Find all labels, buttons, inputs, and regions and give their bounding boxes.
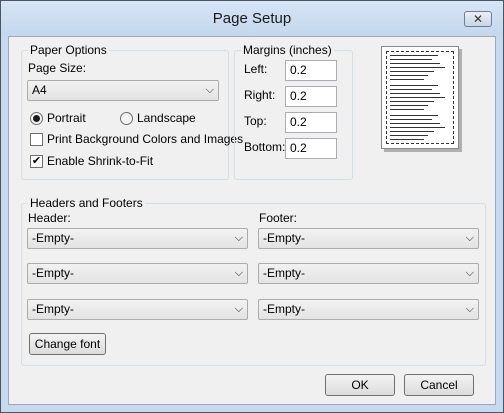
chevron-down-icon: ⌵ <box>234 267 243 279</box>
footer-select-3-value: -Empty- <box>263 302 305 316</box>
header-label: Header: <box>28 211 71 225</box>
footer-select-1[interactable]: -Empty- ⌵ <box>258 228 479 249</box>
landscape-radio[interactable] <box>120 112 133 125</box>
title-bar[interactable]: Page Setup ✕ <box>1 1 503 36</box>
margins-label: Margins (inches) <box>241 43 334 57</box>
preview-text-line <box>390 105 428 106</box>
ok-button[interactable]: OK <box>325 374 395 396</box>
preview-text-line <box>390 139 424 140</box>
dialog-title: Page Setup <box>212 10 292 27</box>
footer-select-1-value: -Empty- <box>263 231 305 245</box>
chevron-down-icon: ⌵ <box>465 267 474 279</box>
margin-top-input[interactable]: 0.2 <box>285 112 337 133</box>
preview-text-line <box>390 67 445 68</box>
preview-text-line <box>390 63 440 64</box>
close-icon: ✕ <box>472 12 484 26</box>
checkmark-icon: ✔ <box>31 155 42 167</box>
header-select-1[interactable]: -Empty- ⌵ <box>27 228 248 249</box>
print-background-checkbox[interactable] <box>30 133 43 146</box>
footer-label: Footer: <box>259 211 298 225</box>
preview-text-line <box>390 135 428 136</box>
headers-footers-label: Headers and Footers <box>28 196 145 210</box>
page-size-label: Page Size: <box>28 61 87 75</box>
margin-bottom-input[interactable]: 0.2 <box>285 138 337 159</box>
close-button[interactable]: ✕ <box>464 11 492 27</box>
cancel-button[interactable]: Cancel <box>404 374 474 396</box>
change-font-button[interactable]: Change font <box>29 333 106 355</box>
portrait-label: Portrait <box>47 111 86 125</box>
preview-text-line <box>390 119 432 120</box>
footer-select-2-value: -Empty- <box>263 266 305 280</box>
shrink-to-fit-label: Enable Shrink-to-Fit <box>47 154 154 168</box>
preview-text-line <box>390 93 440 94</box>
chevron-down-icon: ⌵ <box>465 303 474 315</box>
dialog-body: Paper Options Page Size: A4 ⌵ Portrait L… <box>8 36 496 405</box>
page-preview-margins <box>386 51 454 144</box>
portrait-radio[interactable] <box>30 112 43 125</box>
preview-text-line <box>390 79 424 80</box>
header-select-2[interactable]: -Empty- ⌵ <box>27 263 248 284</box>
chevron-down-icon: ⌵ <box>234 232 243 244</box>
preview-text-line <box>390 89 432 90</box>
preview-text-line <box>390 97 445 98</box>
preview-text-line <box>390 55 438 56</box>
chevron-down-icon: ⌵ <box>465 232 474 244</box>
paper-options-label: Paper Options <box>28 43 109 57</box>
header-select-3[interactable]: -Empty- ⌵ <box>27 299 248 320</box>
chevron-down-icon: ⌵ <box>205 84 214 96</box>
preview-text-line <box>390 59 432 60</box>
preview-text-line <box>390 75 428 76</box>
page-setup-dialog: Page Setup ✕ Paper Options Page Size: A4… <box>0 0 504 413</box>
footer-select-2[interactable]: -Empty- ⌵ <box>258 263 479 284</box>
margin-right-label: Right: <box>244 88 276 102</box>
preview-text-line <box>390 115 438 116</box>
header-select-2-value: -Empty- <box>32 266 74 280</box>
header-select-1-value: -Empty- <box>32 231 74 245</box>
preview-text-line <box>390 109 424 110</box>
page-size-select[interactable]: A4 ⌵ <box>27 80 219 101</box>
preview-text-line <box>390 131 434 132</box>
landscape-label: Landscape <box>137 111 196 125</box>
chevron-down-icon: ⌵ <box>234 303 243 315</box>
preview-text-line <box>390 127 445 128</box>
margin-left-input[interactable]: 0.2 <box>285 60 337 81</box>
preview-text-line <box>390 85 438 86</box>
page-preview <box>381 46 459 149</box>
header-select-3-value: -Empty- <box>32 302 74 316</box>
preview-text-line <box>390 101 434 102</box>
margin-left-label: Left: <box>244 62 268 76</box>
preview-text-line <box>390 123 440 124</box>
margin-bottom-label: Bottom: <box>244 140 286 154</box>
preview-text-line <box>390 71 434 72</box>
print-background-label: Print Background Colors and Images <box>47 132 244 146</box>
page-size-value: A4 <box>32 83 47 97</box>
footer-select-3[interactable]: -Empty- ⌵ <box>258 299 479 320</box>
shrink-to-fit-checkbox[interactable]: ✔ <box>30 155 43 168</box>
margin-right-input[interactable]: 0.2 <box>285 86 337 107</box>
margin-top-label: Top: <box>244 114 267 128</box>
